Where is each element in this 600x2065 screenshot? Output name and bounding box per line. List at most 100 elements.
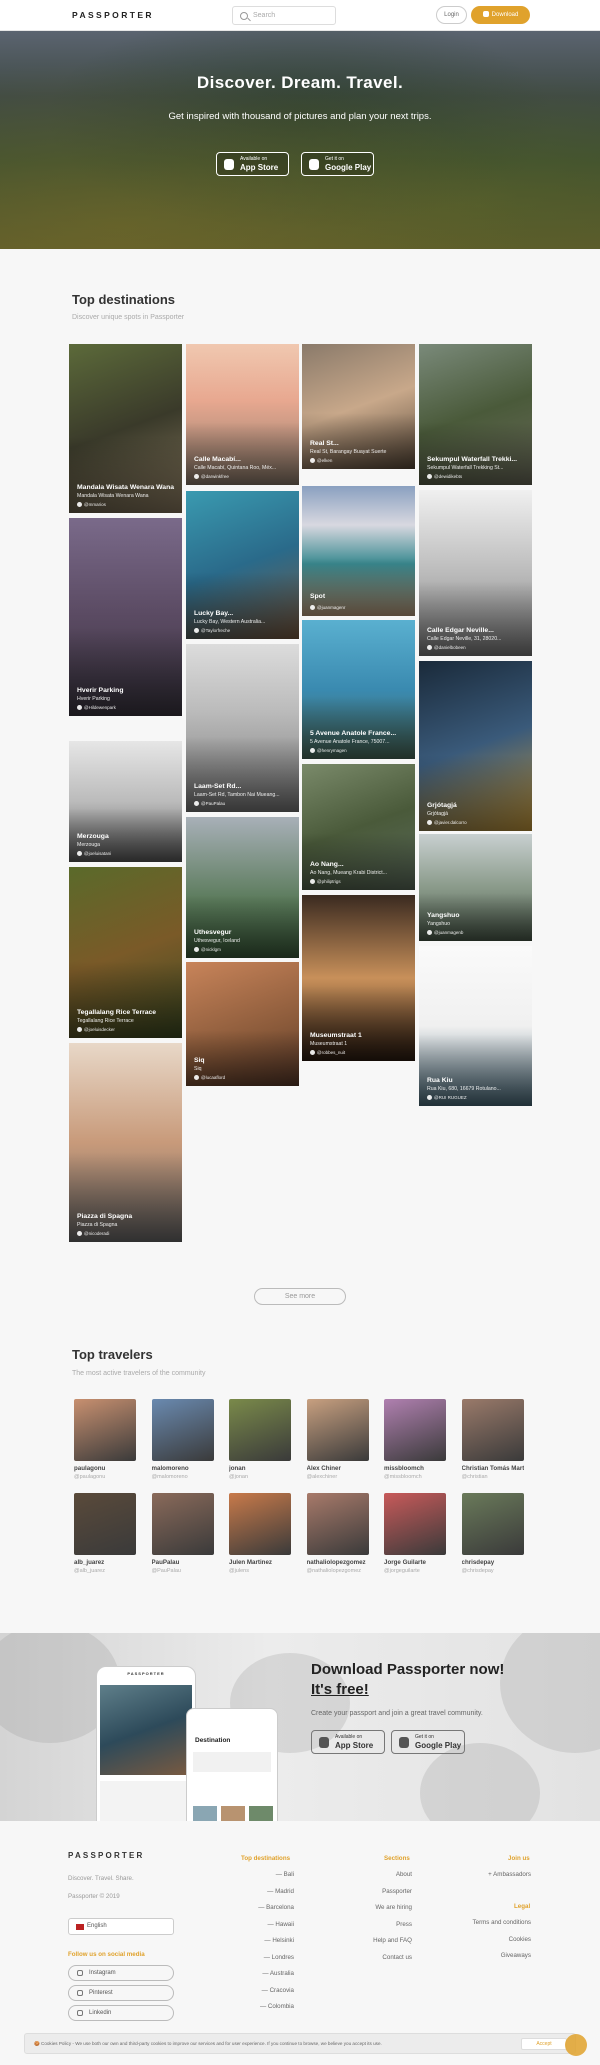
traveler-handle: @PauPalau <box>151 1568 181 1574</box>
destination-user: @darwinkfree <box>194 474 295 479</box>
apple-icon <box>319 1737 329 1748</box>
footer-legal-link[interactable]: Giveaways <box>501 1952 531 1959</box>
traveler-card[interactable]: Julen Martinez @julens <box>229 1493 291 1574</box>
destination-card[interactable]: Yangshuo Yangshuo @juanmagenb <box>419 834 532 941</box>
destination-subtitle: Tegallalang Rice Terrace <box>77 1018 134 1024</box>
footer-section-link[interactable]: Help and FAQ <box>373 1937 412 1944</box>
app-store-button[interactable]: Available on App Store <box>216 152 289 176</box>
footer-destination-link[interactable]: — Colombia <box>260 2003 294 2010</box>
chat-bubble-icon[interactable] <box>565 2034 587 2056</box>
destination-subtitle: Siq <box>194 1066 202 1072</box>
travelers-title: Top travelers <box>72 1347 153 1362</box>
destination-card[interactable]: Ao Nang... Ao Nang, Mueang Krabi District… <box>302 764 415 890</box>
cookie-banner: 🍪 Cookies Policy - We use both our own a… <box>24 2033 576 2054</box>
destination-card[interactable]: Siq Siq @lucaaflord <box>186 962 299 1086</box>
destination-card[interactable]: Piazza di Spagna Piazza di Spagna @nicoder… <box>69 1043 182 1242</box>
destination-card[interactable]: Spot @juanmagenr <box>302 486 415 616</box>
promo-app-store-button[interactable]: Available on App Store <box>311 1730 385 1754</box>
destination-card[interactable]: Úthesvegur Úthesvegur, Iceland @nicklgm <box>186 817 299 958</box>
destination-card[interactable]: Real St... Real St, Barangay Buayat Suert… <box>302 344 415 469</box>
cookie-accept-button[interactable]: Accept <box>521 2038 567 2050</box>
destination-card[interactable]: Merzouga Merzouga @joeluisatani <box>69 741 182 862</box>
site-logo[interactable]: PASSPORTER <box>72 10 154 20</box>
destination-card[interactable]: Grjótagjá Grjótagjá @javier.dalcorro <box>419 661 532 831</box>
destination-card[interactable]: Museumstraat 1 Museumstraat 1 @robbes_nuit <box>302 895 415 1061</box>
see-more-button[interactable]: See more <box>254 1288 346 1305</box>
footer-section-link[interactable]: Passporter <box>382 1888 412 1895</box>
traveler-handle: @jonan <box>229 1474 249 1480</box>
footer-section-link[interactable]: Contact us <box>382 1954 412 1961</box>
traveler-card[interactable]: malomoreno @malomoreno <box>151 1399 214 1480</box>
avatar <box>384 1493 446 1555</box>
destination-user: @danielbobeen <box>427 645 528 650</box>
traveler-handle: @alexchiner <box>306 1474 338 1480</box>
traveler-card[interactable]: nathaliolopezgomez @nathaliolopezgomez <box>306 1493 369 1574</box>
pinterest-link[interactable]: Pinterest <box>68 1985 174 2001</box>
destination-subtitle: Calle Edgar Neville, 31, 28020... <box>427 636 502 642</box>
destination-card[interactable]: Mandala Wisata Wenara Wana Mandala Wisata… <box>69 344 182 513</box>
destination-card[interactable]: Hverir Parking Hverir Parking @Hildewenpar… <box>69 518 182 716</box>
language-selector[interactable]: English <box>68 1918 174 1935</box>
phone-mockup-secondary: Destination <box>186 1708 278 1833</box>
traveler-card[interactable]: jonan @jonan <box>229 1399 291 1480</box>
destination-card[interactable]: Sekumpul Waterfall Trekki... Sekumpul Wat… <box>419 344 532 485</box>
footer-legal-title: Legal <box>514 1903 531 1910</box>
destination-title: Laam-Set Rd... <box>194 783 242 790</box>
promo-google-play-button[interactable]: Get it on Google Play <box>391 1730 465 1754</box>
footer-destination-link[interactable]: — Hawaii <box>268 1921 294 1928</box>
footer-destination-link[interactable]: — Londres <box>264 1954 294 1961</box>
destination-card[interactable]: Calle Macabí... Calle Macabí, Quintana Ro… <box>186 344 299 485</box>
avatar <box>306 1399 369 1461</box>
download-button[interactable]: Download <box>471 6 530 24</box>
destination-subtitle: Laam-Set Rd, Tambon Nai Mueang... <box>194 792 280 798</box>
traveler-card[interactable]: PauPalau @PauPalau <box>151 1493 214 1574</box>
destination-card[interactable]: Tegallalang Rice Terrace Tegallalang Rice… <box>69 867 182 1038</box>
footer-destination-link[interactable]: — Helsinki <box>264 1937 294 1944</box>
footer-destination-link[interactable]: — Cracovia <box>262 1987 294 1994</box>
instagram-link[interactable]: Instagram <box>68 1965 174 1981</box>
login-button[interactable]: Login <box>436 6 467 24</box>
promo-free-link[interactable]: It's free! <box>311 1681 369 1698</box>
google-play-button[interactable]: Get it on Google Play <box>301 152 374 176</box>
footer-section-link[interactable]: We are hiring <box>375 1904 412 1911</box>
avatar <box>461 1399 524 1461</box>
footer-section-link[interactable]: Press <box>396 1921 412 1928</box>
destination-title: Úthesvegur <box>194 929 232 936</box>
footer-destination-link[interactable]: — Madrid <box>267 1888 294 1895</box>
footer-section-link[interactable]: About <box>396 1871 412 1878</box>
destination-card[interactable]: Rua Kiu Rua Kiu, 680, 16679 Rotulano... @R… <box>419 946 532 1106</box>
destination-subtitle: Grjótagjá <box>427 811 449 817</box>
traveler-handle: @julens <box>229 1568 249 1574</box>
destination-card[interactable]: 5 Avenue Anatole France... 5 Avenue Anato… <box>302 620 415 759</box>
traveler-card[interactable]: chrisdepay @chrisdepay <box>461 1493 524 1574</box>
destination-card[interactable]: Calle Edgar Neville... Calle Edgar Nevill… <box>419 490 532 656</box>
traveler-name: Christian Tomás Mart... <box>461 1465 524 1472</box>
cookie-text: 🍪 Cookies Policy - We use both our own a… <box>34 2041 382 2046</box>
android-icon <box>309 159 319 170</box>
ambassadors-link[interactable]: + Ambassadors <box>488 1871 531 1878</box>
phone-card-title: Destination <box>195 1737 231 1744</box>
destination-subtitle: Mandala Wisata Wenara Wana <box>77 493 149 499</box>
footer-legal-link[interactable]: Cookies <box>509 1936 531 1943</box>
traveler-card[interactable]: Christian Tomás Mart... @christian <box>461 1399 524 1480</box>
hero-subtitle: Get inspired with thousand of pictures a… <box>168 111 432 122</box>
footer-destination-link[interactable]: — Bali <box>276 1871 294 1878</box>
destination-card[interactable]: Lucky Bay... Lucky Bay, Western Australia… <box>186 491 299 639</box>
destination-subtitle: Real St, Barangay Buayat Suerte <box>310 449 387 455</box>
linkedin-link[interactable]: Linkedin <box>68 2005 174 2021</box>
traveler-card[interactable]: paulagonu @paulagonu <box>74 1399 136 1480</box>
search-input[interactable]: Search <box>232 6 336 25</box>
destination-user: @PauPalau <box>194 801 295 806</box>
footer-legal-link[interactable]: Terms and conditions <box>473 1919 531 1926</box>
destination-user: @lucaaflord <box>194 1075 295 1080</box>
traveler-card[interactable]: missbloomch @missbloomch <box>384 1399 446 1480</box>
traveler-card[interactable]: Jorge Guilarte @jorgeguilarte <box>384 1493 446 1574</box>
download-promo-section <box>0 1633 600 1821</box>
destination-card[interactable]: Laam-Set Rd... Laam-Set Rd, Tambon Nai Mu… <box>186 644 299 812</box>
footer-destination-link[interactable]: — Australia <box>262 1970 294 1977</box>
footer-destination-link[interactable]: — Barcelona <box>258 1904 294 1911</box>
avatar <box>461 1493 524 1555</box>
traveler-card[interactable]: Alex Chiner @alexchiner <box>306 1399 369 1480</box>
destination-user: @Taylorfreche <box>194 628 295 633</box>
traveler-card[interactable]: alb_juarez @alb_juarez <box>74 1493 136 1574</box>
